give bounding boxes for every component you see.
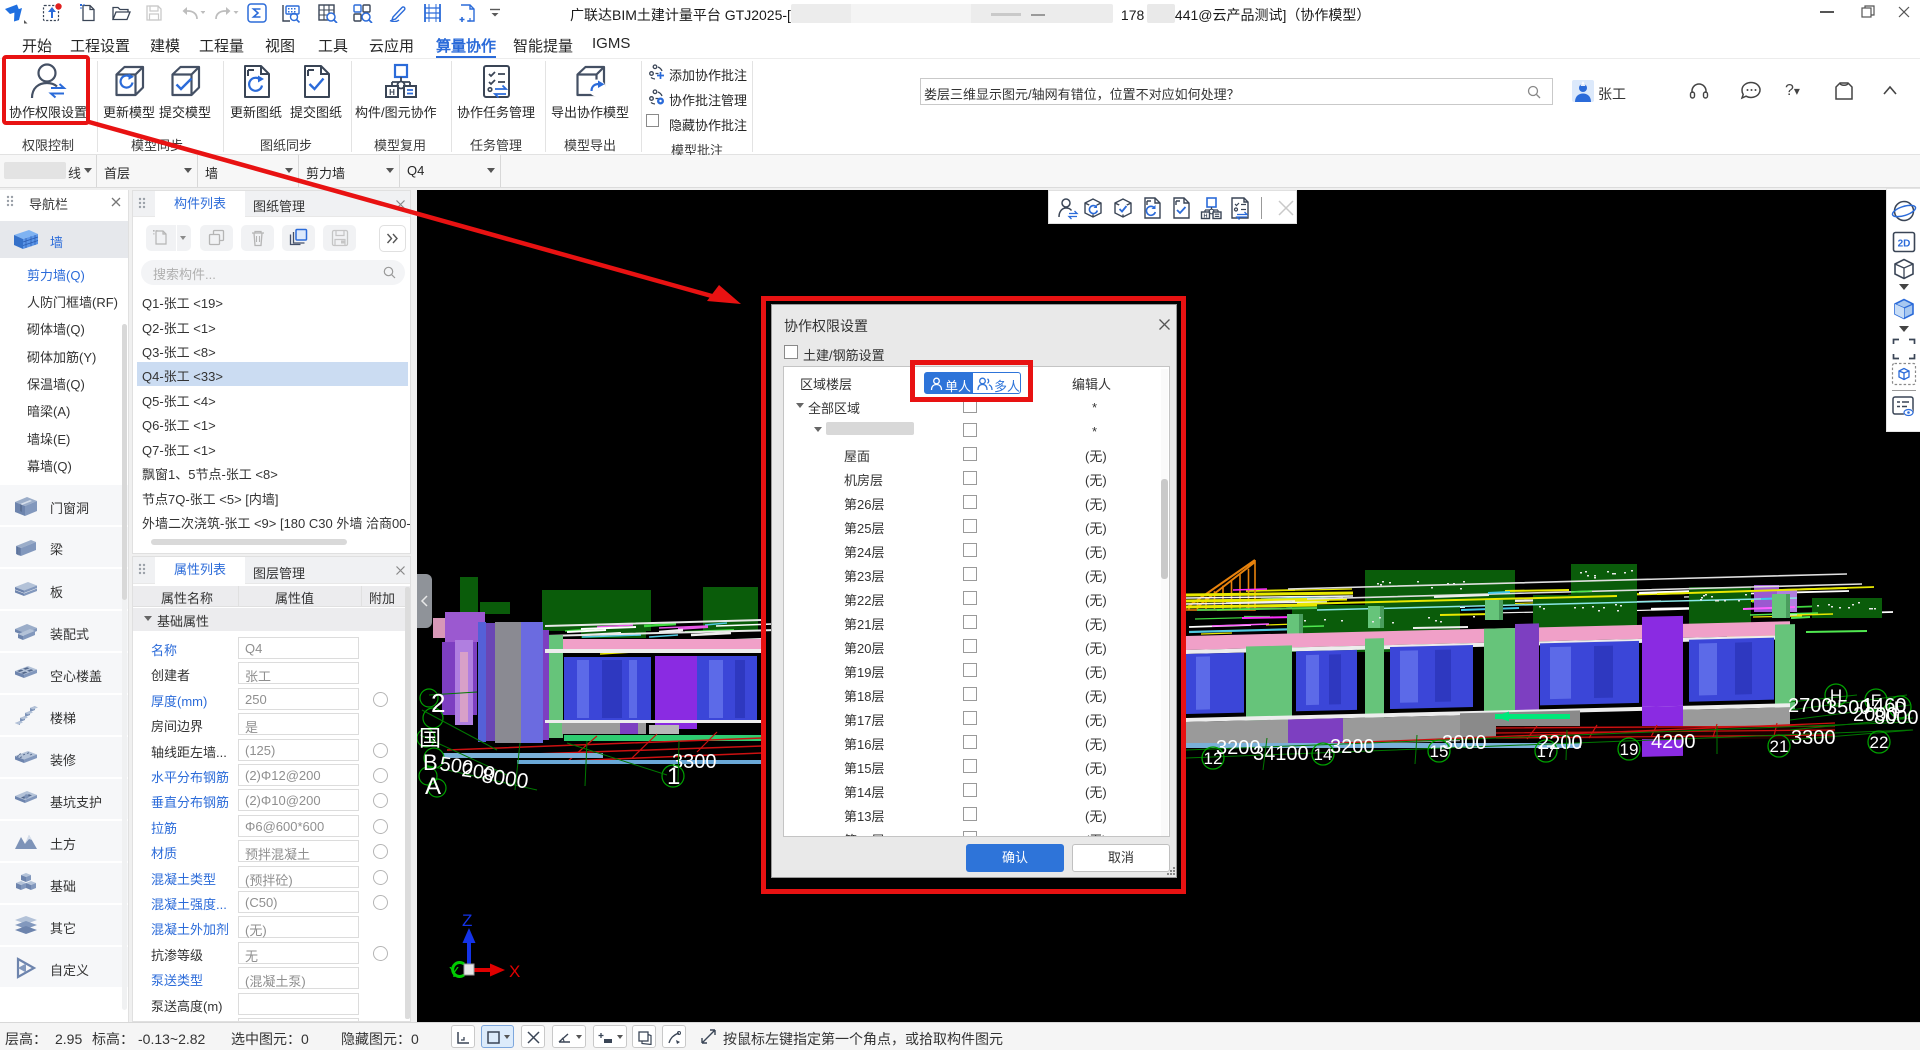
svg-text:Y: Y <box>449 964 459 981</box>
svg-text:国: 国 <box>419 726 441 751</box>
svg-text:21: 21 <box>1770 737 1789 756</box>
svg-text:19: 19 <box>1620 740 1639 759</box>
svg-text:3200: 3200 <box>1330 736 1375 758</box>
svg-text:X: X <box>509 962 520 981</box>
svg-text:H: H <box>1204 214 1208 220</box>
svg-text:2200: 2200 <box>1538 732 1583 754</box>
svg-text:3300: 3300 <box>1791 727 1836 749</box>
svg-text:B: B <box>423 750 438 775</box>
svg-text:34100: 34100 <box>1253 743 1309 765</box>
svg-text:2: 2 <box>431 688 445 718</box>
svg-text:3000: 3000 <box>1442 732 1487 754</box>
svg-text:4200: 4200 <box>1651 731 1696 753</box>
svg-text:8000: 8000 <box>1874 707 1919 729</box>
svg-text:8000: 8000 <box>480 764 529 793</box>
svg-text:2D: 2D <box>1898 239 1911 250</box>
svg-text:Z: Z <box>462 911 472 930</box>
svg-text:H: H <box>389 88 395 97</box>
svg-text:A: A <box>425 773 441 800</box>
svg-text:22: 22 <box>1870 733 1889 752</box>
